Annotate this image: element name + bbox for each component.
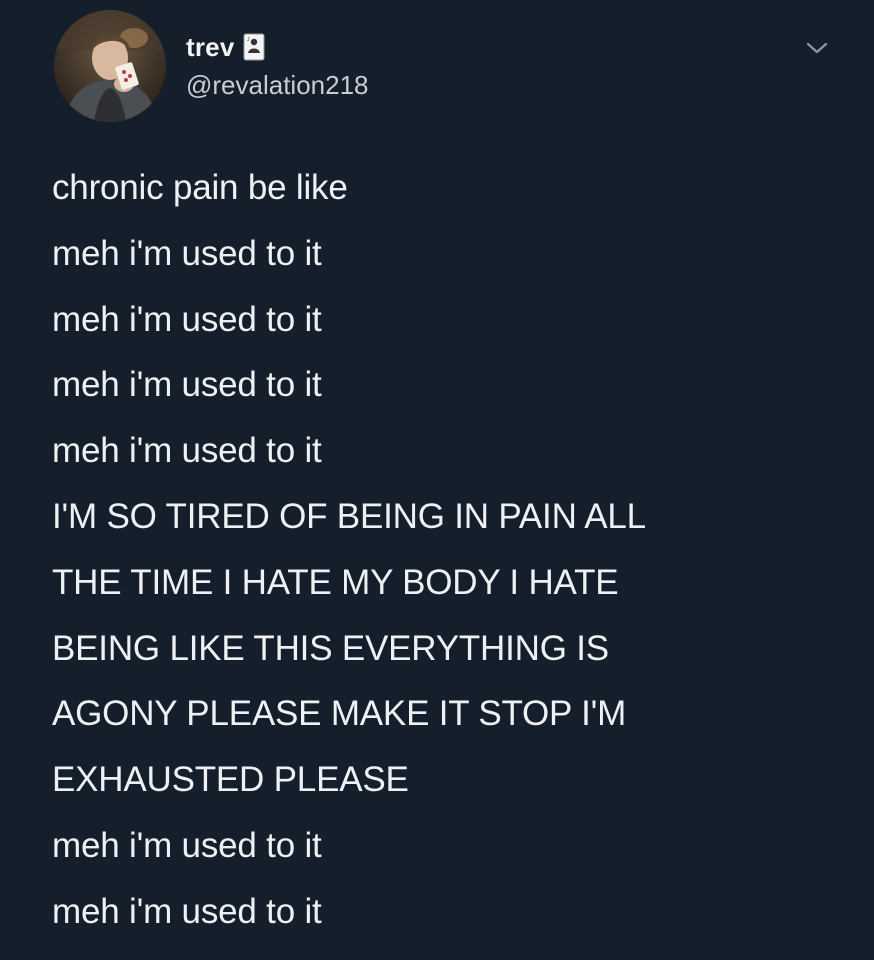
chevron-down-icon[interactable] (804, 38, 830, 58)
display-name-row: trev J (186, 30, 369, 64)
tweet-line: meh i'm used to it (52, 365, 322, 405)
tweet-line: THE TIME I HATE MY BODY I HATE (52, 562, 619, 602)
tweet-line: meh i'm used to it (52, 825, 322, 865)
tweet-line: chronic pain be like (52, 168, 348, 207)
profile-photo-icon (54, 10, 166, 122)
tweet-text: chronic pain be like meh i'm used to it … (52, 155, 852, 945)
display-name[interactable]: trev (186, 32, 235, 63)
tweet-line: BEING LIKE THIS EVERYTHING IS (52, 628, 609, 668)
tweet-card: trev J @revalation218 chronic pain be li… (0, 0, 874, 960)
tweet-line: meh i'm used to it (52, 431, 322, 471)
tweet-line: EXHAUSTED PLEASE (52, 760, 409, 800)
tweet-line: meh i'm used to it (52, 891, 322, 931)
tweet-line: AGONY PLEASE MAKE IT STOP I'M (52, 694, 627, 734)
user-handle[interactable]: @revalation218 (186, 70, 369, 101)
tweet-line: meh i'm used to it (52, 299, 322, 339)
tweet-line: I'M SO TIRED OF BEING IN PAIN ALL (52, 496, 646, 536)
tweet-header: trev J @revalation218 (54, 10, 834, 122)
tweet-line: meh i'm used to it (52, 233, 322, 273)
avatar[interactable] (54, 10, 166, 122)
playing-card-icon: J (243, 33, 264, 61)
author-names: trev J @revalation218 (186, 30, 369, 101)
